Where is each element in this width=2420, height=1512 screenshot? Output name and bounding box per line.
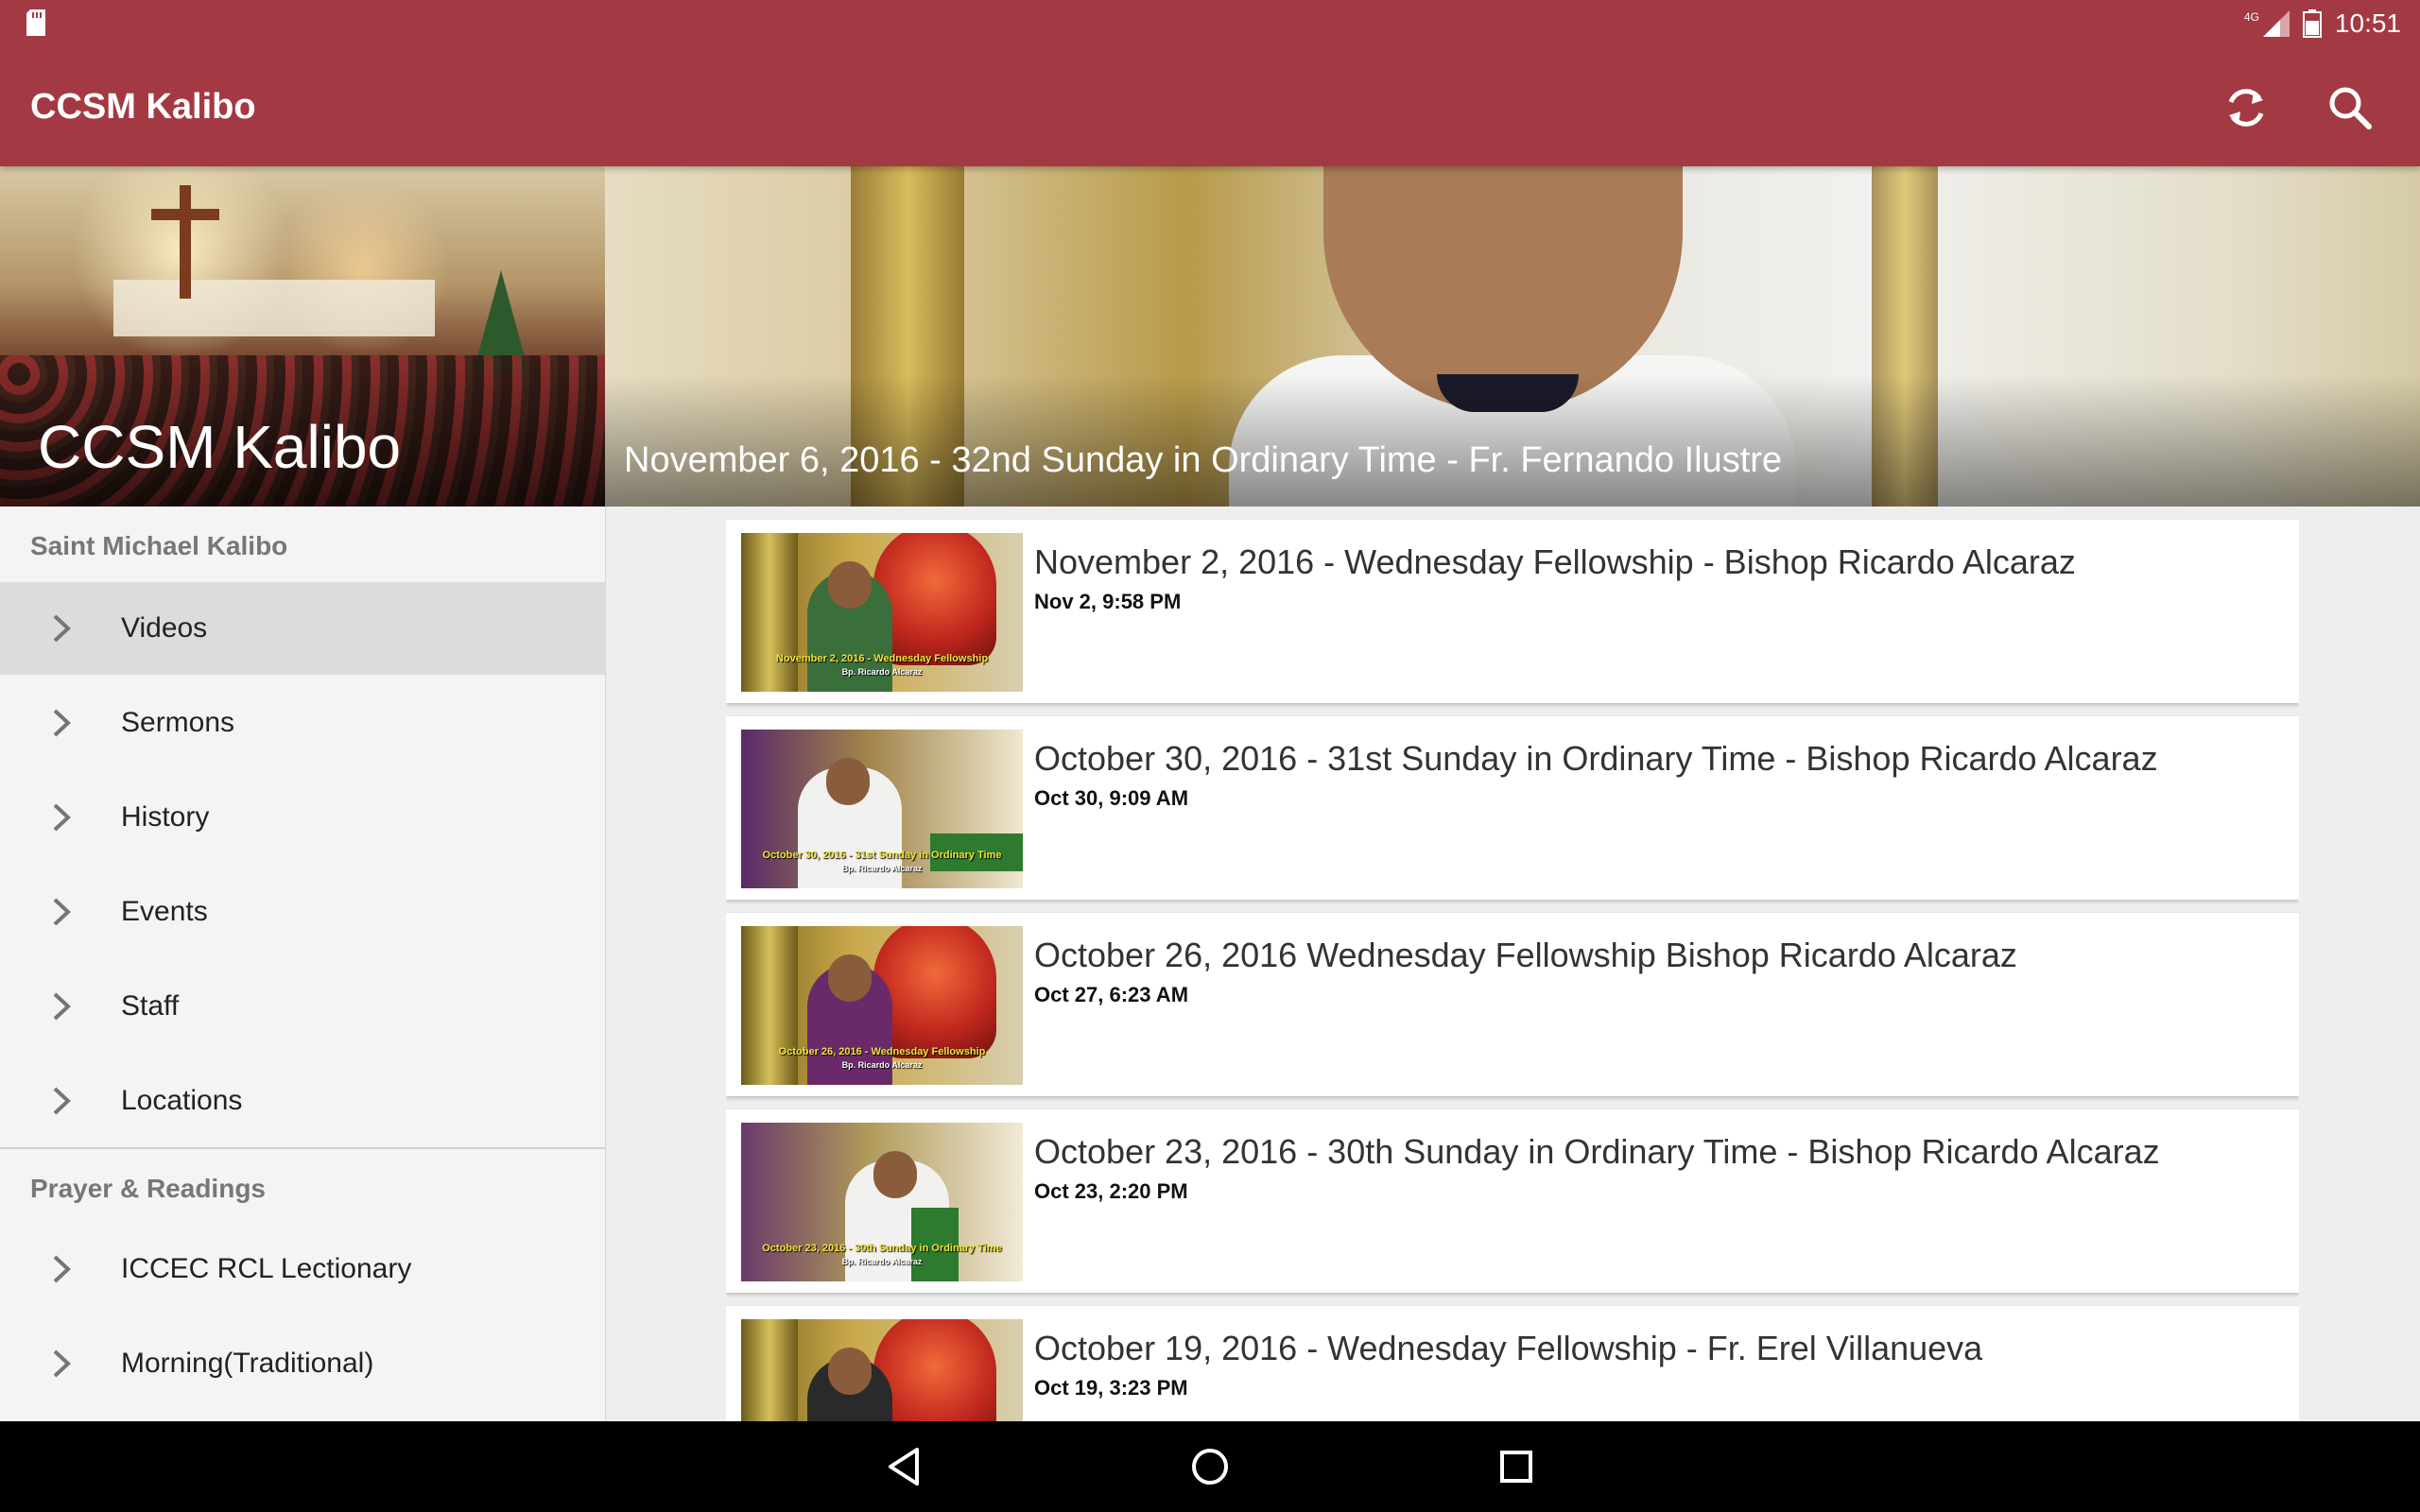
video-thumbnail xyxy=(741,1319,1023,1421)
battery-icon xyxy=(2302,9,2322,38)
video-thumbnail: October 30, 2016 - 31st Sunday in Ordina… xyxy=(741,730,1023,888)
drawer-item-label: Videos xyxy=(121,612,208,644)
drawer-section-title: Saint Michael Kalibo xyxy=(30,531,288,560)
drawer-header-image: CCSM Kalibo xyxy=(0,166,605,507)
drawer-item-staff[interactable]: Staff xyxy=(0,960,605,1053)
thumbnail-caption: November 2, 2016 - Wednesday Fellowship … xyxy=(775,653,989,677)
video-thumbnail: November 2, 2016 - Wednesday Fellowship … xyxy=(741,533,1023,692)
chevron-right-icon xyxy=(53,1087,71,1115)
drawer-item-label: Morning(Traditional) xyxy=(121,1348,374,1379)
search-button[interactable] xyxy=(2320,77,2380,138)
home-button[interactable] xyxy=(1182,1438,1238,1495)
video-date: Oct 27, 6:23 AM xyxy=(1034,983,1189,1006)
recents-icon xyxy=(1500,1451,1532,1483)
chevron-right-icon xyxy=(53,1349,71,1378)
refresh-icon xyxy=(2228,89,2264,127)
back-button[interactable] xyxy=(875,1438,932,1495)
search-icon xyxy=(2329,87,2372,129)
video-date: Oct 23, 2:20 PM xyxy=(1034,1179,1188,1203)
video-title: October 30, 2016 - 31st Sunday in Ordina… xyxy=(1034,739,2158,778)
chevron-right-icon xyxy=(53,709,71,737)
back-icon xyxy=(889,1448,919,1486)
chevron-right-icon xyxy=(53,803,71,832)
chevron-right-icon xyxy=(53,614,71,643)
status-bar: 4G 10:51 xyxy=(0,0,2420,47)
drawer-item-lectionary[interactable]: ICCEC RCL Lectionary xyxy=(0,1223,605,1315)
chevron-right-icon xyxy=(53,1255,71,1283)
video-date: Nov 2, 9:58 PM xyxy=(1034,590,1182,613)
thumbnail-caption: October 30, 2016 - 31st Sunday in Ordina… xyxy=(762,850,1002,873)
video-date: Oct 30, 9:09 AM xyxy=(1034,786,1189,810)
navigation-drawer: CCSM Kalibo Saint Michael Kalibo Videos … xyxy=(0,166,606,1421)
drawer-item-label: Events xyxy=(121,896,208,927)
chevron-right-icon xyxy=(53,992,71,1021)
drawer-item-label: History xyxy=(121,801,210,833)
featured-video-title: November 6, 2016 - 32nd Sunday in Ordina… xyxy=(624,440,1783,480)
signal-icon xyxy=(2262,10,2290,37)
video-card[interactable]: October 30, 2016 - 31st Sunday in Ordina… xyxy=(726,716,2299,900)
video-title: October 26, 2016 Wednesday Fellowship Bi… xyxy=(1034,936,2017,974)
drawer-title: CCSM Kalibo xyxy=(38,413,402,481)
video-title: November 2, 2016 - Wednesday Fellowship … xyxy=(1034,542,2076,581)
status-time: 10:51 xyxy=(2334,9,2401,38)
recents-button[interactable] xyxy=(1488,1438,1545,1495)
video-card[interactable]: November 2, 2016 - Wednesday Fellowship … xyxy=(726,520,2299,703)
drawer-item-events[interactable]: Events xyxy=(0,866,605,958)
drawer-item-sermons[interactable]: Sermons xyxy=(0,677,605,769)
video-card[interactable]: October 26, 2016 - Wednesday Fellowship … xyxy=(726,913,2299,1096)
drawer-item-label: Sermons xyxy=(121,707,235,738)
drawer-divider xyxy=(0,1147,605,1149)
thumbnail-caption: October 26, 2016 - Wednesday Fellowship … xyxy=(778,1046,986,1070)
video-card[interactable]: October 19, 2016 - Wednesday Fellowship … xyxy=(726,1306,2299,1421)
video-date: Oct 19, 3:23 PM xyxy=(1034,1376,1188,1400)
video-thumbnail: October 26, 2016 - Wednesday Fellowship … xyxy=(741,926,1023,1085)
drawer-item-label: Staff xyxy=(121,990,180,1022)
video-list: November 2, 2016 - Wednesday Fellowship … xyxy=(726,520,2299,1421)
sd-card-icon xyxy=(26,9,45,36)
network-type: 4G xyxy=(2243,10,2259,24)
app-bar: CCSM Kalibo xyxy=(0,47,2420,166)
app-title: CCSM Kalibo xyxy=(30,87,256,127)
drawer-item-locations[interactable]: Locations xyxy=(0,1055,605,1147)
drawer-item-label: Locations xyxy=(121,1085,243,1116)
video-thumbnail: October 23, 2016 - 30th Sunday in Ordina… xyxy=(741,1123,1023,1281)
navigation-bar xyxy=(0,1421,2420,1512)
drawer-section-title: Prayer & Readings xyxy=(30,1174,266,1203)
home-icon xyxy=(1192,1449,1228,1485)
refresh-button[interactable] xyxy=(2216,77,2276,138)
drawer-item-morning-traditional[interactable]: Morning(Traditional) xyxy=(0,1317,605,1410)
video-title: October 23, 2016 - 30th Sunday in Ordina… xyxy=(1034,1132,2160,1171)
featured-video[interactable]: November 6, 2016 - 32nd Sunday in Ordina… xyxy=(605,166,2420,507)
chevron-right-icon xyxy=(53,898,71,926)
thumbnail-caption: October 23, 2016 - 30th Sunday in Ordina… xyxy=(762,1243,1002,1266)
drawer-item-history[interactable]: History xyxy=(0,771,605,864)
video-title: October 19, 2016 - Wednesday Fellowship … xyxy=(1034,1329,1983,1367)
video-card[interactable]: October 23, 2016 - 30th Sunday in Ordina… xyxy=(726,1109,2299,1293)
drawer-item-label: ICCEC RCL Lectionary xyxy=(121,1253,412,1284)
drawer-item-videos[interactable]: Videos xyxy=(0,582,605,675)
